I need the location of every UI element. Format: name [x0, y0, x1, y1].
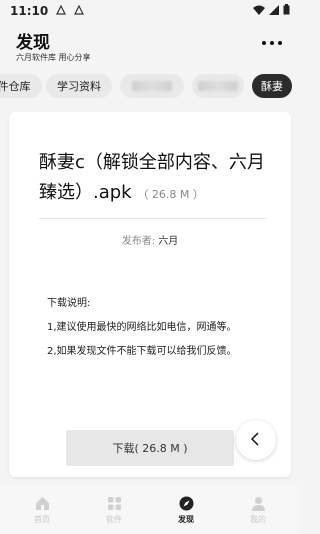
download-button[interactable]: 下载( 26.8 M ) [66, 430, 234, 466]
nav-label: 发现 [178, 515, 194, 524]
nav-profile[interactable]: 我的 [228, 495, 288, 525]
bottom-nav: 首页 软件 发现 我的 [0, 486, 300, 534]
nav-home[interactable]: 首页 [12, 495, 72, 525]
publisher-name: 六月 [158, 236, 179, 247]
publisher: 发布者: 六月 [9, 232, 291, 247]
grid-icon [106, 495, 122, 511]
more-dot-icon [262, 41, 266, 45]
status-bar: 11:10 [0, 0, 300, 22]
nav-label: 软件 [106, 515, 122, 524]
tab-study-materials[interactable]: 学习资料 [46, 74, 112, 98]
battery-icon [283, 4, 290, 18]
tab-blurred-1[interactable] [120, 74, 184, 98]
chevron-left-icon [250, 431, 262, 450]
page-subtitle: 六月软件库 用心分享 [16, 53, 91, 62]
status-time: 11:10 [10, 4, 49, 18]
tab-label: 学习资料 [57, 80, 101, 93]
tab-label: 件仓库 [0, 80, 31, 93]
divider [39, 218, 267, 219]
back-button[interactable] [236, 420, 276, 460]
nav-label: 首页 [34, 515, 50, 524]
compass-icon [178, 495, 194, 511]
tab-software-repo[interactable]: 件仓库 [0, 74, 42, 98]
tab-blurred-2[interactable] [192, 74, 244, 98]
file-size: （ 26.8 M ） [137, 188, 204, 201]
nav-apps[interactable]: 软件 [84, 495, 144, 525]
signal-icon [269, 4, 279, 18]
more-options-button[interactable] [262, 38, 282, 48]
tab-blurred-label [198, 81, 238, 91]
page-title: 发现 [16, 33, 50, 53]
nav-discover[interactable]: 发现 [156, 495, 216, 525]
notification-icon-2 [74, 4, 85, 18]
file-title: 酥妻c（解锁全部内容、六月臻选）.apk （ 26.8 M ） [39, 148, 279, 210]
instructions-line: 1,建议使用最快的网络比如电信，网通等。 [47, 322, 237, 333]
person-icon [250, 495, 266, 511]
category-tabs: 件仓库 学习资料 酥妻 [0, 72, 300, 100]
home-icon [34, 495, 50, 511]
notification-icon [56, 4, 67, 18]
tab-blurred-label [132, 81, 172, 91]
download-label: 下载( 26.8 M ) [112, 442, 188, 455]
wifi-icon [253, 4, 265, 18]
instructions-heading: 下载说明: [47, 298, 91, 309]
tab-active[interactable]: 酥妻 [252, 74, 292, 98]
download-instructions: 下载说明: 1,建议使用最快的网络比如电信，网通等。 2,如果发现文件不能下载可… [47, 294, 267, 366]
page-header: 发现 六月软件库 用心分享 [0, 24, 300, 72]
more-dot-icon [270, 41, 274, 45]
more-dot-icon [278, 41, 282, 45]
instructions-line: 2,如果发现文件不能下载可以给我们反馈。 [47, 346, 237, 357]
nav-label: 我的 [250, 515, 266, 524]
publisher-label: 发布者: [121, 236, 159, 247]
tab-label: 酥妻 [261, 80, 283, 93]
